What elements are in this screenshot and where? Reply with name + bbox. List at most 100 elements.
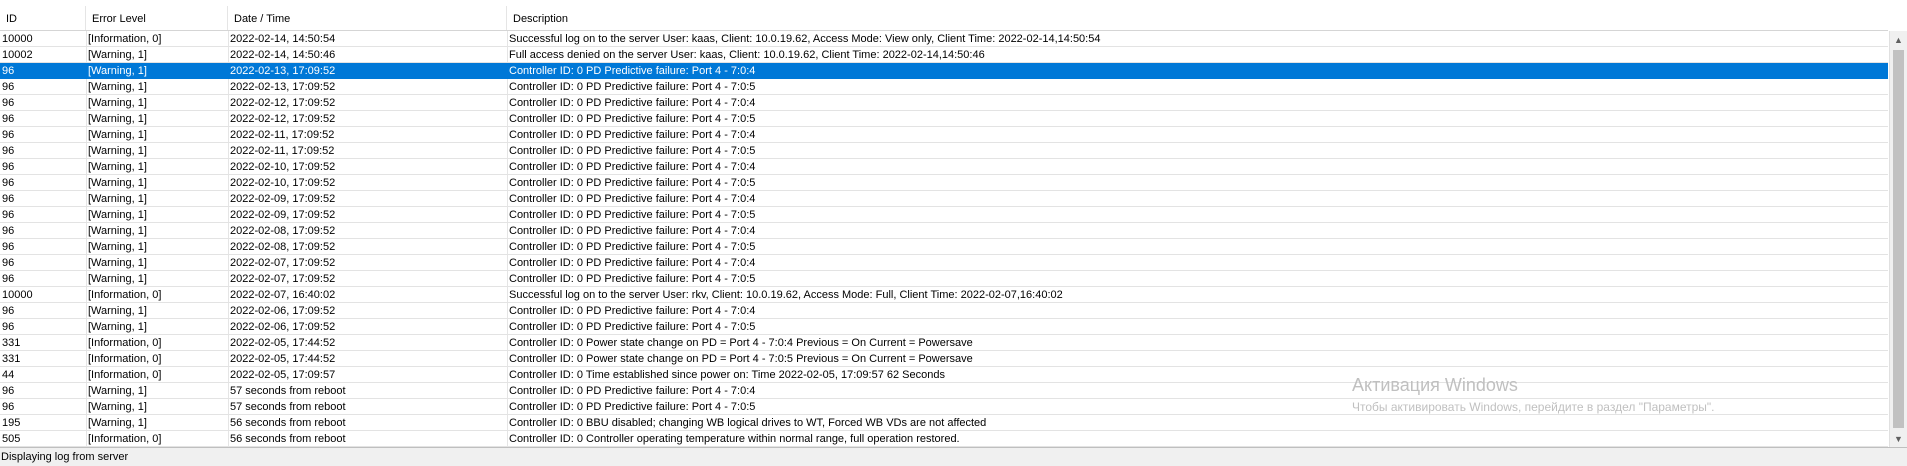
- cell-description: Controller ID: 0 Power state change on P…: [509, 353, 973, 365]
- cell-date-time: 2022-02-05, 17:09:57: [230, 369, 336, 381]
- scrollbar-thumb[interactable]: [1893, 50, 1904, 428]
- table-row[interactable]: 96 [Warning, 1] 57 seconds from reboot Cont…: [0, 383, 1888, 399]
- cell-error-level: [Warning, 1]: [88, 49, 147, 61]
- cell-id: 331: [2, 353, 21, 365]
- cell-id: 96: [2, 177, 15, 189]
- table-row[interactable]: 96 [Warning, 1] 2022-02-07, 17:09:52 Contro…: [0, 255, 1888, 271]
- cell-date-time: 2022-02-07, 17:09:52: [230, 273, 336, 285]
- table-row[interactable]: 505 [Information, 0] 56 seconds from reboo…: [0, 431, 1888, 447]
- cell-date-time: 2022-02-09, 17:09:52: [230, 209, 336, 221]
- table-row[interactable]: 10002 [Warning, 1] 2022-02-14, 14:50:46 Ful…: [0, 47, 1888, 63]
- cell-description: Controller ID: 0 Controller operating te…: [509, 433, 960, 445]
- cell-error-level: [Warning, 1]: [88, 145, 147, 157]
- table-row[interactable]: 96 [Warning, 1] 2022-02-12, 17:09:52 Contro…: [0, 111, 1888, 127]
- cell-date-time: 2022-02-05, 17:44:52: [230, 337, 336, 349]
- cell-error-level: [Information, 0]: [88, 33, 162, 45]
- table-row[interactable]: 96 [Warning, 1] 2022-02-07, 17:09:52 Contro…: [0, 271, 1888, 287]
- cell-date-time: 2022-02-05, 17:44:52: [230, 353, 336, 365]
- cell-error-level: [Warning, 1]: [88, 177, 147, 189]
- table-row[interactable]: 96 [Warning, 1] 2022-02-10, 17:09:52 Contro…: [0, 159, 1888, 175]
- table-row[interactable]: 96 [Warning, 1] 57 seconds from reboot Cont…: [0, 399, 1888, 415]
- cell-error-level: [Warning, 1]: [88, 193, 147, 205]
- cell-date-time: 2022-02-12, 17:09:52: [230, 113, 336, 125]
- cell-description: Controller ID: 0 PD Predictive failure: …: [509, 193, 756, 205]
- cell-description: Controller ID: 0 PD Predictive failure: …: [509, 81, 756, 93]
- cell-description: Controller ID: 0 PD Predictive failure: …: [509, 321, 756, 333]
- cell-id: 44: [2, 369, 15, 381]
- cell-date-time: 2022-02-10, 17:09:52: [230, 161, 336, 173]
- cell-error-level: [Warning, 1]: [88, 81, 147, 93]
- table-row[interactable]: 331 [Information, 0] 2022-02-05, 17:44:52 C…: [0, 335, 1888, 351]
- table-row[interactable]: 96 [Warning, 1] 2022-02-13, 17:09:52 Contro…: [0, 79, 1888, 95]
- cell-id: 10000: [2, 289, 33, 301]
- cell-date-time: 2022-02-13, 17:09:52: [230, 65, 336, 77]
- table-row[interactable]: 96 [Warning, 1] 2022-02-08, 17:09:52 Contro…: [0, 223, 1888, 239]
- table-row[interactable]: 96 [Warning, 1] 2022-02-13, 17:09:52 Contro…: [0, 63, 1888, 79]
- cell-error-level: [Warning, 1]: [88, 257, 147, 269]
- cell-id: 96: [2, 385, 15, 397]
- table-row[interactable]: 44 [Information, 0] 2022-02-05, 17:09:57 Co…: [0, 367, 1888, 383]
- cell-error-level: [Warning, 1]: [88, 65, 147, 77]
- cell-error-level: [Warning, 1]: [88, 305, 147, 317]
- cell-date-time: 2022-02-12, 17:09:52: [230, 97, 336, 109]
- cell-date-time: 2022-02-07, 17:09:52: [230, 257, 336, 269]
- cell-id: 96: [2, 161, 15, 173]
- cell-description: Controller ID: 0 BBU disabled; changing …: [509, 417, 987, 429]
- cell-id: 96: [2, 209, 15, 221]
- cell-error-level: [Information, 0]: [88, 353, 162, 365]
- cell-id: 96: [2, 401, 15, 413]
- table-row[interactable]: 10000 [Information, 0] 2022-02-14, 14:50:5…: [0, 31, 1888, 47]
- cell-id: 96: [2, 113, 15, 125]
- cell-id: 96: [2, 257, 15, 269]
- table-row[interactable]: 331 [Information, 0] 2022-02-05, 17:44:52 C…: [0, 351, 1888, 367]
- cell-id: 505: [2, 433, 21, 445]
- table-row[interactable]: 195 [Warning, 1] 56 seconds from reboot Con…: [0, 415, 1888, 431]
- cell-date-time: 2022-02-14, 14:50:46: [230, 49, 336, 61]
- cell-date-time: 57 seconds from reboot: [230, 401, 346, 413]
- cell-error-level: [Warning, 1]: [88, 401, 147, 413]
- scroll-up-arrow-icon[interactable]: ▲: [1890, 31, 1907, 48]
- cell-date-time: 2022-02-11, 17:09:52: [230, 145, 335, 157]
- table-row[interactable]: 10000 [Information, 0] 2022-02-07, 16:40:0…: [0, 287, 1888, 303]
- cell-date-time: 56 seconds from reboot: [230, 433, 346, 445]
- cell-date-time: 2022-02-07, 16:40:02: [230, 289, 336, 301]
- cell-id: 96: [2, 241, 15, 253]
- cell-description: Controller ID: 0 PD Predictive failure: …: [509, 65, 756, 77]
- cell-error-level: [Warning, 1]: [88, 113, 147, 125]
- cell-error-level: [Information, 0]: [88, 289, 162, 301]
- cell-date-time: 2022-02-06, 17:09:52: [230, 305, 336, 317]
- cell-id: 96: [2, 81, 15, 93]
- table-row[interactable]: 96 [Warning, 1] 2022-02-09, 17:09:52 Contro…: [0, 207, 1888, 223]
- cell-id: 96: [2, 193, 15, 205]
- table-row[interactable]: 96 [Warning, 1] 2022-02-10, 17:09:52 Contro…: [0, 175, 1888, 191]
- cell-date-time: 2022-02-11, 17:09:52: [230, 129, 335, 141]
- cell-description: Controller ID: 0 PD Predictive failure: …: [509, 129, 756, 141]
- table-row[interactable]: 96 [Warning, 1] 2022-02-11, 17:09:52 Contro…: [0, 143, 1888, 159]
- cell-id: 96: [2, 225, 15, 237]
- cell-description: Controller ID: 0 PD Predictive failure: …: [509, 161, 756, 173]
- column-header-date-time[interactable]: Date / Time: [228, 6, 507, 30]
- cell-date-time: 2022-02-08, 17:09:52: [230, 225, 336, 237]
- column-header-id[interactable]: ID: [0, 6, 86, 30]
- cell-description: Controller ID: 0 PD Predictive failure: …: [509, 97, 756, 109]
- table-row[interactable]: 96 [Warning, 1] 2022-02-06, 17:09:52 Contro…: [0, 319, 1888, 335]
- column-header-description[interactable]: Description: [507, 6, 1888, 30]
- cell-description: Controller ID: 0 PD Predictive failure: …: [509, 225, 756, 237]
- cell-date-time: 2022-02-13, 17:09:52: [230, 81, 336, 93]
- vertical-scrollbar[interactable]: ▲ ▼: [1889, 31, 1907, 447]
- table-row[interactable]: 96 [Warning, 1] 2022-02-12, 17:09:52 Contro…: [0, 95, 1888, 111]
- status-text: Displaying log from server: [1, 451, 129, 463]
- cell-error-level: [Warning, 1]: [88, 225, 147, 237]
- cell-error-level: [Warning, 1]: [88, 129, 147, 141]
- table-header: ID Error Level Date / Time Description: [0, 6, 1888, 31]
- table-row[interactable]: 96 [Warning, 1] 2022-02-09, 17:09:52 Contro…: [0, 191, 1888, 207]
- column-header-error-level[interactable]: Error Level: [86, 6, 228, 30]
- scroll-down-arrow-icon[interactable]: ▼: [1890, 430, 1907, 447]
- cell-id: 96: [2, 129, 15, 141]
- cell-description: Controller ID: 0 Power state change on P…: [509, 337, 973, 349]
- table-row[interactable]: 96 [Warning, 1] 2022-02-06, 17:09:52 Contro…: [0, 303, 1888, 319]
- table-row[interactable]: 96 [Warning, 1] 2022-02-08, 17:09:52 Contro…: [0, 239, 1888, 255]
- cell-date-time: 2022-02-10, 17:09:52: [230, 177, 336, 189]
- table-row[interactable]: 96 [Warning, 1] 2022-02-11, 17:09:52 Contro…: [0, 127, 1888, 143]
- cell-id: 96: [2, 145, 15, 157]
